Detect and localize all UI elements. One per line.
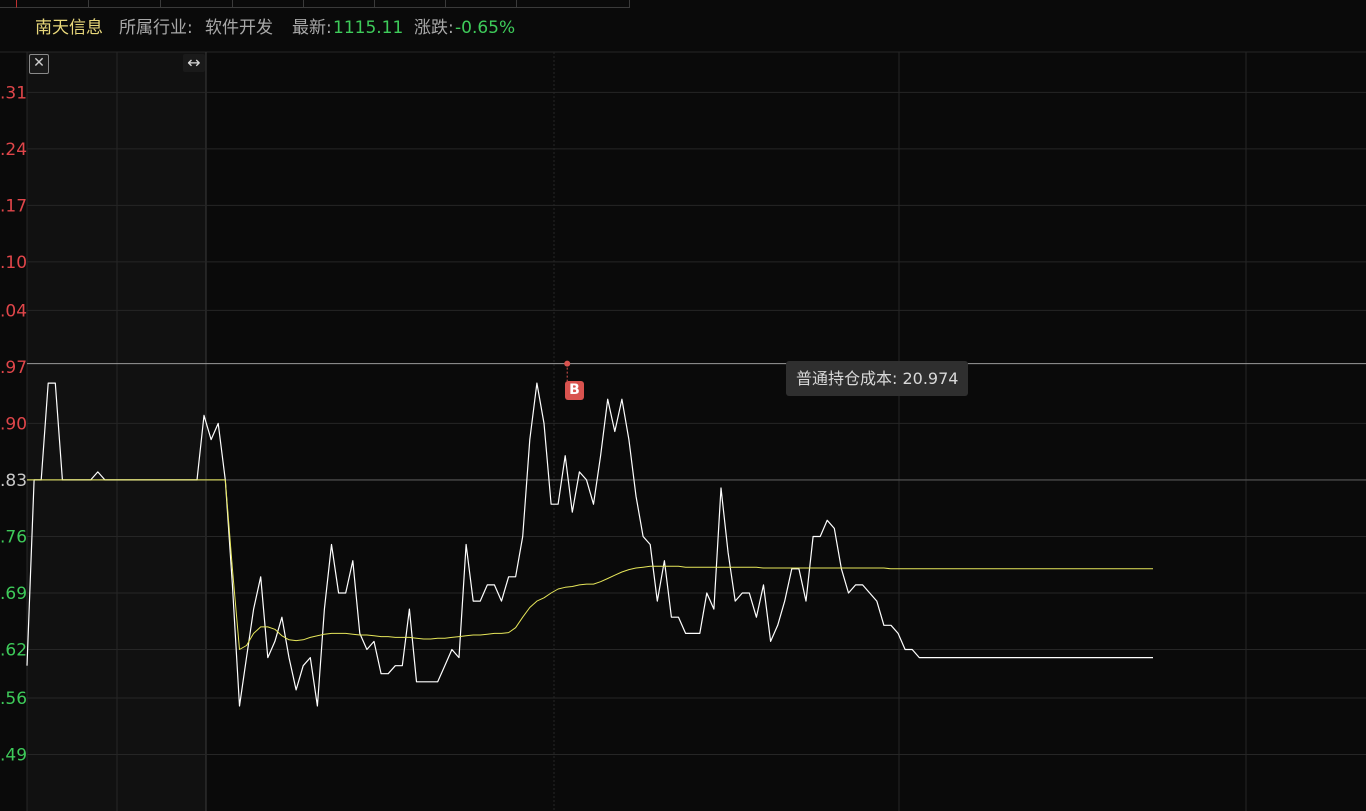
holding-cost-tooltip: 普通持仓成本: 20.974 xyxy=(786,361,969,396)
chart-marks xyxy=(564,360,571,381)
y-tick-label: .56 xyxy=(0,689,27,709)
y-axis-tick-labels: .31 .24 .17 .10 .04 .97 .90 .83 .76 .69 .62 .56 .49 xyxy=(0,83,27,765)
y-tick-label: .24 xyxy=(0,140,27,160)
y-tick-label: .04 xyxy=(0,301,27,321)
y-tick-label: .49 xyxy=(0,745,27,765)
y-tick-label: .62 xyxy=(0,641,27,661)
y-tick-label: .69 xyxy=(0,584,27,604)
y-tick-label: .76 xyxy=(0,527,27,547)
buy-marker-dot xyxy=(564,360,571,367)
y-tick-label: .90 xyxy=(0,414,27,434)
resize-arrows-icon: ↔ xyxy=(187,53,201,72)
y-tick-label: .83 xyxy=(0,471,27,491)
y-tick-label: .97 xyxy=(0,358,27,378)
intraday-price-chart[interactable]: .31 .24 .17 .10 .04 .97 .90 .83 .76 .69 .62 .56 .49 xyxy=(0,0,1366,811)
chart-grid xyxy=(0,51,1366,811)
close-button[interactable]: ✕ xyxy=(29,54,49,74)
resize-handle[interactable]: ↔ xyxy=(183,54,205,72)
buy-marker[interactable]: B xyxy=(565,381,584,400)
y-tick-label: .31 xyxy=(0,83,27,103)
y-tick-label: .17 xyxy=(0,196,27,216)
y-tick-label: .10 xyxy=(0,253,27,273)
close-icon: ✕ xyxy=(33,55,45,71)
